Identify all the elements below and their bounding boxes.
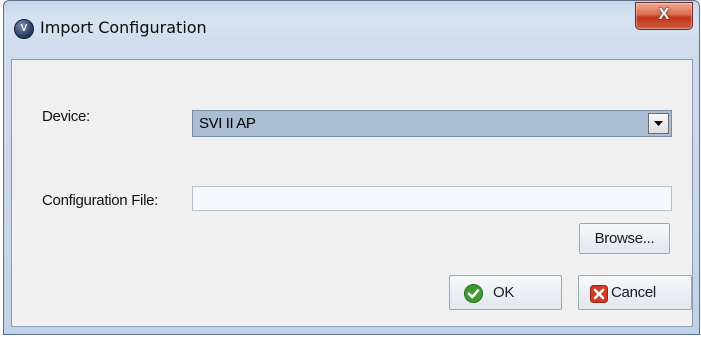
close-icon: X xyxy=(658,6,670,23)
dialog-body: Device: SVI II AP Configuration File: Br… xyxy=(11,59,693,327)
app-logo-icon: V xyxy=(14,19,34,39)
close-button[interactable]: X xyxy=(635,2,693,30)
x-icon xyxy=(590,285,608,303)
window-title: Import Configuration xyxy=(40,18,207,37)
import-configuration-dialog: V Import Configuration X Device: SVI II … xyxy=(3,0,700,335)
browse-button[interactable]: Browse... xyxy=(579,223,670,254)
ok-button[interactable]: OK xyxy=(449,275,562,310)
cancel-button[interactable]: Cancel xyxy=(578,275,692,310)
ok-label: OK xyxy=(493,284,515,301)
dropdown-arrow-icon xyxy=(654,121,663,126)
dropdown-button[interactable] xyxy=(648,113,669,134)
device-label: Device: xyxy=(42,108,90,125)
configuration-file-label: Configuration File: xyxy=(42,192,159,209)
device-select[interactable]: SVI II AP xyxy=(192,110,672,137)
device-select-value: SVI II AP xyxy=(199,115,256,132)
check-icon xyxy=(464,284,483,303)
cancel-label: Cancel xyxy=(611,284,656,301)
configuration-file-input[interactable] xyxy=(192,186,672,211)
title-bar[interactable]: V Import Configuration X xyxy=(4,1,699,61)
